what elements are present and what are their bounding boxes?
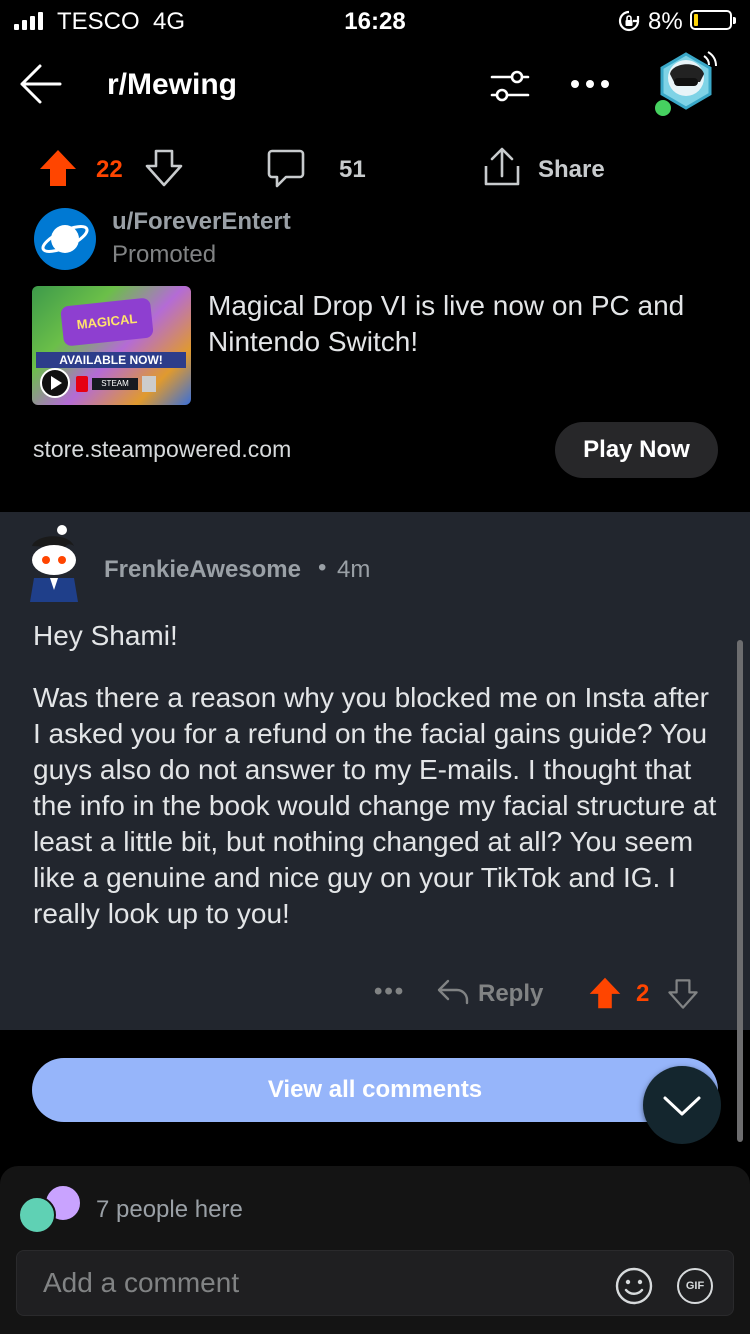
user-avatar[interactable] (650, 44, 722, 118)
post-vote-count: 22 (96, 156, 123, 183)
comment-downvote-icon[interactable] (666, 978, 700, 1010)
game-logo: MAGICAL DROP (60, 297, 154, 371)
comment-card: FrenkieAwesome • 4m Hey Shami! Was there… (0, 512, 750, 1030)
chevron-down-icon (663, 1096, 701, 1116)
ad-thumbnail[interactable]: MAGICAL DROP AVAILABLE NOW! STEAM (32, 286, 191, 405)
advertiser-avatar (34, 208, 96, 270)
status-bar: TESCO 4G 16:28 8% (0, 0, 750, 42)
gif-button[interactable]: GIF (677, 1268, 713, 1304)
video-play-icon (40, 368, 70, 398)
top-navigation-bar: r/Mewing (0, 42, 750, 128)
available-banner: AVAILABLE NOW! (36, 352, 186, 368)
planet-icon (41, 225, 89, 253)
comment-paragraph: Was there a reason why you blocked me on… (33, 682, 717, 929)
comment-more-options[interactable]: ••• (374, 978, 405, 1006)
comment-vote-count: 2 (636, 980, 650, 1007)
battery-percent: 8% (648, 8, 683, 35)
comment-body: Hey Shami! Was there a reason why you bl… (33, 618, 723, 932)
rating-badge-icon (142, 376, 156, 392)
share-icon[interactable] (482, 146, 522, 188)
presence-count: 7 people here (96, 1196, 243, 1223)
promoted-post[interactable]: u/ForeverEntert Promoted MAGICAL DROP AV… (0, 196, 750, 496)
upvote-icon[interactable] (38, 148, 78, 188)
reply-button[interactable]: Reply (478, 980, 543, 1008)
ad-domain-link[interactable]: store.steampowered.com (33, 436, 291, 463)
comment-composer-bar: 7 people here (0, 1166, 750, 1334)
switch-logo-icon (76, 376, 88, 392)
promoted-label: Promoted (112, 241, 217, 268)
commenter-avatar-icon[interactable] (24, 524, 84, 602)
scrollbar[interactable] (737, 640, 743, 1142)
meta-separator: • (318, 554, 327, 581)
online-status-dot (653, 98, 673, 118)
ad-headline[interactable]: Magical Drop VI is live now on PC and Ni… (208, 288, 708, 360)
play-now-button[interactable]: Play Now (555, 422, 718, 478)
subreddit-title[interactable]: r/Mewing (107, 68, 237, 102)
comment-icon[interactable] (266, 148, 306, 190)
orientation-lock-icon (618, 10, 640, 32)
advertiser-username[interactable]: u/ForeverEntert (112, 208, 291, 236)
sliders-icon[interactable] (490, 68, 530, 104)
steam-badge: STEAM (92, 378, 138, 390)
comment-greeting: Hey Shami! (33, 620, 178, 651)
scroll-down-button[interactable] (643, 1066, 721, 1144)
view-all-comments-button[interactable]: View all comments (32, 1058, 718, 1122)
battery-icon (690, 10, 736, 30)
more-horizontal-icon[interactable] (570, 78, 610, 90)
share-button[interactable]: Share (538, 156, 605, 184)
downvote-icon[interactable] (144, 148, 184, 188)
emoji-icon[interactable] (614, 1266, 654, 1306)
comment-count[interactable]: 51 (339, 156, 366, 184)
post-action-bar: 22 51 Share (0, 128, 750, 206)
reply-icon[interactable] (436, 978, 470, 1006)
comment-upvote-icon[interactable] (588, 976, 622, 1010)
presence-avatar (18, 1196, 56, 1234)
arrow-left-icon[interactable] (16, 60, 64, 108)
comment-author[interactable]: FrenkieAwesome (104, 556, 301, 584)
comment-timestamp: 4m (337, 556, 371, 583)
